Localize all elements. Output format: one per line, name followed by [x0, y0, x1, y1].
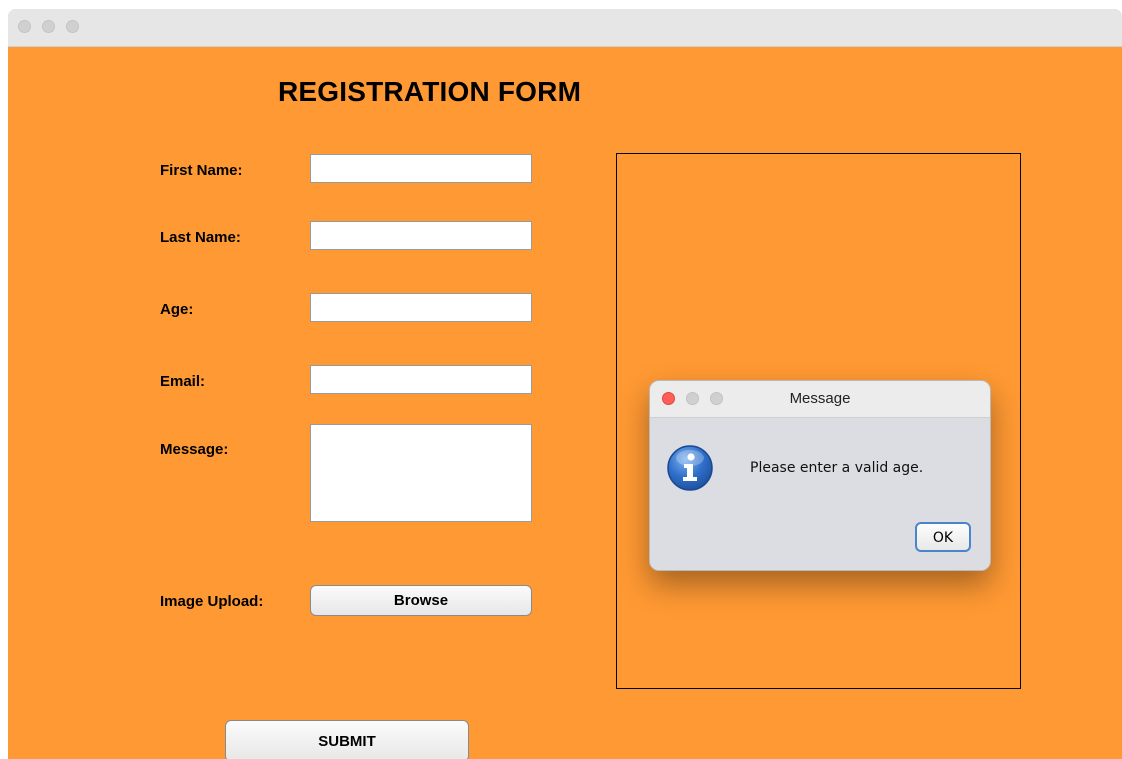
form-heading: REGISTRATION FORM: [278, 76, 582, 107]
email-field[interactable]: [310, 365, 532, 394]
last-name-label: Last Name:: [160, 229, 241, 246]
dialog-titlebar: Message: [650, 381, 990, 418]
last-name-field[interactable]: [310, 221, 532, 250]
dialog-body: Please enter a valid age. OK: [650, 418, 990, 570]
message-textarea[interactable]: [310, 424, 532, 522]
message-dialog: Message Please enter a valid age. OK: [649, 380, 991, 571]
first-name-field[interactable]: [310, 154, 532, 183]
browse-button[interactable]: Browse: [310, 585, 532, 616]
email-label: Email:: [160, 373, 206, 390]
minimize-window-button[interactable]: [42, 20, 55, 33]
window-titlebar: [8, 9, 1122, 47]
zoom-window-button[interactable]: [66, 20, 79, 33]
age-field[interactable]: [310, 293, 532, 322]
info-icon: [667, 445, 713, 491]
ok-button[interactable]: OK: [915, 522, 971, 552]
submit-button[interactable]: SUBMIT: [225, 720, 469, 759]
image-upload-label: Image Upload:: [160, 593, 264, 610]
close-window-button[interactable]: [18, 20, 31, 33]
age-label: Age:: [160, 301, 194, 318]
dialog-message: Please enter a valid age.: [750, 460, 924, 476]
message-label: Message:: [160, 441, 229, 458]
first-name-label: First Name:: [160, 162, 243, 179]
dialog-title: Message: [789, 390, 851, 407]
